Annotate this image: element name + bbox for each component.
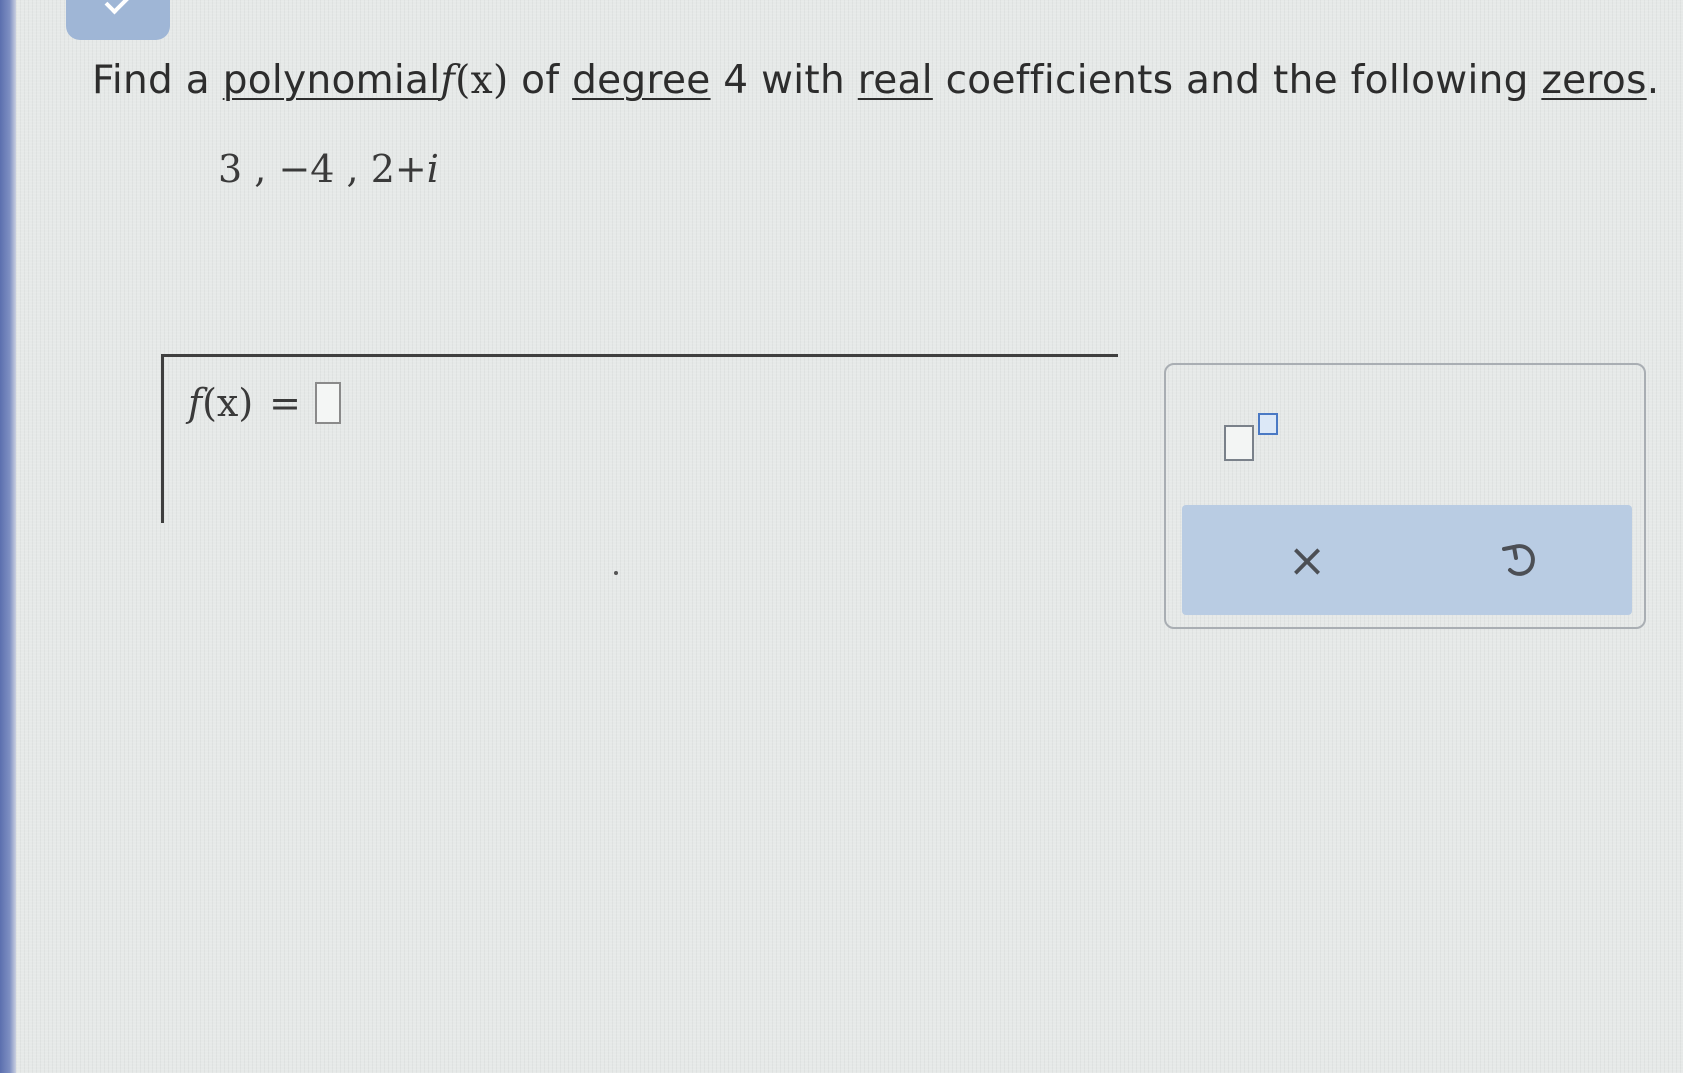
link-degree[interactable]: degree xyxy=(572,58,710,103)
zero-2: −4 xyxy=(278,147,335,191)
link-real[interactable]: real xyxy=(858,58,933,103)
clear-button[interactable]: × xyxy=(1272,525,1342,595)
math-toolbox: × xyxy=(1164,363,1646,629)
exponent-template-button[interactable] xyxy=(1218,409,1288,469)
question-text: Find a polynomialf(x) of degree 4 with r… xyxy=(92,58,1659,103)
window-left-edge xyxy=(0,0,16,1073)
answer-input[interactable] xyxy=(315,382,342,424)
question-function: f(x) xyxy=(440,58,509,103)
screen-speck xyxy=(614,571,618,575)
zero-separator: , xyxy=(242,147,279,191)
toolbox-action-bar: × xyxy=(1182,505,1632,615)
zero-3-imaginary: i xyxy=(426,147,439,191)
undo-icon xyxy=(1502,544,1535,576)
link-zeros[interactable]: zeros xyxy=(1541,58,1646,103)
zeros-list: 3 , −4 , 2+i xyxy=(218,147,439,191)
question-coefficients: coefficients and the following xyxy=(945,58,1529,103)
zero-3-real: 2+ xyxy=(370,147,427,191)
answer-function-name: f xyxy=(188,381,203,425)
answer-equation: f (x) = xyxy=(188,381,342,425)
chevron-down-icon xyxy=(104,0,132,15)
answer-function-arg: (x) xyxy=(202,381,254,425)
exponent-base-icon xyxy=(1224,425,1254,461)
question-period: . xyxy=(1646,58,1660,103)
undo-button[interactable] xyxy=(1485,525,1555,595)
zero-separator: , xyxy=(334,147,371,191)
question-with: with xyxy=(761,58,846,103)
question-prefix: Find a xyxy=(92,58,211,103)
exponent-superscript-icon xyxy=(1258,413,1278,435)
question-of: of xyxy=(521,58,560,103)
zero-1: 3 xyxy=(218,147,243,191)
answer-area: f (x) = xyxy=(161,354,1118,523)
link-polynomial[interactable]: polynomial xyxy=(223,58,441,103)
equals-sign: = xyxy=(269,381,302,425)
collapse-tab[interactable] xyxy=(66,0,170,40)
degree-value: 4 xyxy=(723,58,749,103)
